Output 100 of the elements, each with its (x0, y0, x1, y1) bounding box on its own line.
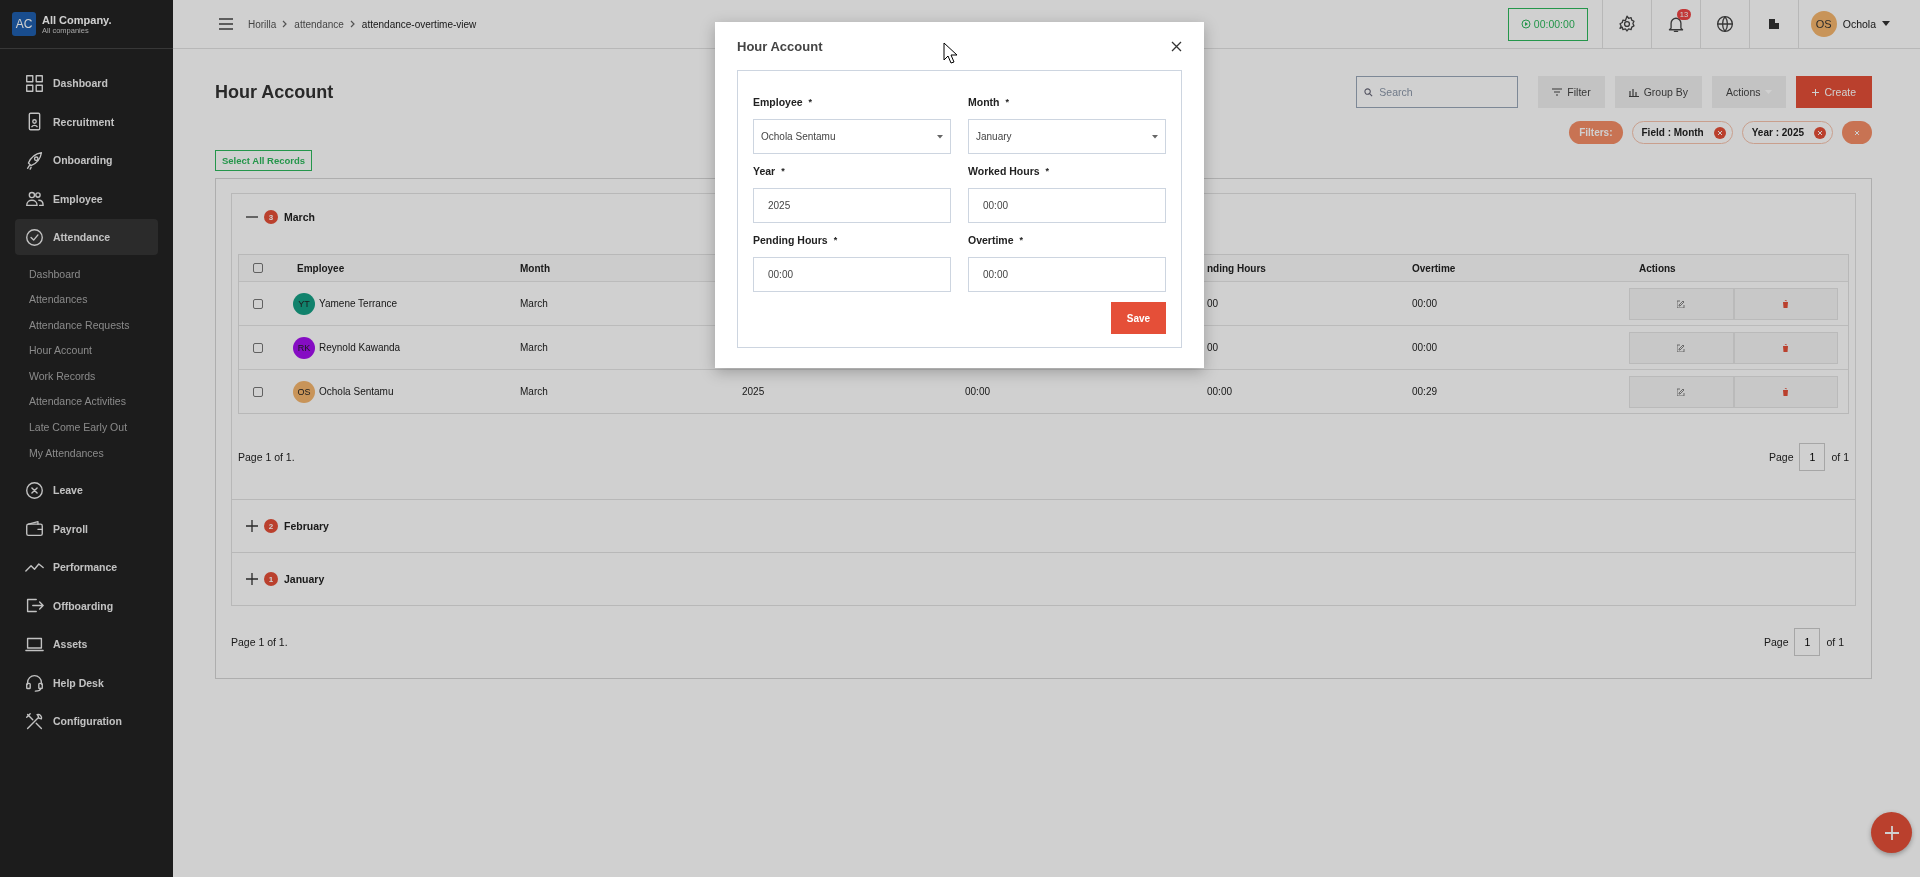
building-icon[interactable] (1767, 18, 1780, 30)
column-header: Employee (297, 262, 345, 274)
company-name: All Company. (42, 13, 112, 26)
search-field[interactable]: Search (1356, 76, 1519, 108)
sidebar-item[interactable]: Employee (15, 180, 158, 217)
page-total: of 1 (1831, 450, 1849, 463)
field-label: Month (968, 96, 1000, 108)
add-button[interactable] (1871, 812, 1912, 853)
cancel-circle-icon (25, 480, 44, 500)
table-cell: March (520, 386, 548, 397)
submenu-item[interactable]: Hour Account (29, 338, 158, 364)
table-cell: 00:00 (965, 386, 991, 397)
settings-icon[interactable] (1617, 15, 1636, 33)
wallet-icon (25, 519, 44, 539)
menu-icon[interactable] (218, 17, 234, 31)
chevron-icon (282, 20, 289, 28)
modal-title: Hour Account (737, 38, 823, 54)
select-field[interactable]: Ochola Sentamu (753, 119, 951, 154)
remove-icon[interactable] (1814, 126, 1826, 139)
filter-chip: Year : 2025 (1741, 121, 1833, 144)
page-input[interactable]: 1 (1794, 628, 1821, 656)
page-title: Hour Account (215, 81, 334, 103)
sidebar-item[interactable]: Offboarding (15, 587, 158, 624)
submenu-item[interactable]: Work Records (29, 363, 158, 390)
table-cell: March (520, 298, 548, 309)
submenu-item[interactable]: My Attendances (29, 440, 158, 467)
table-cell: 00 (1207, 298, 1219, 309)
globe-icon[interactable] (1715, 15, 1734, 33)
trash-icon (1782, 343, 1790, 352)
trash-icon (1782, 387, 1790, 396)
required-mark: * (1045, 166, 1050, 176)
group-header[interactable]: 3 March (246, 210, 315, 224)
employee-avatar: YT (293, 292, 315, 315)
breadcrumb-link[interactable]: attendance (294, 18, 344, 30)
required-mark: * (808, 97, 813, 107)
checkbox[interactable] (253, 386, 263, 397)
input-field[interactable]: 00:00 (968, 257, 1166, 292)
sidebar-item[interactable]: Dashboard (15, 65, 158, 101)
submenu-item[interactable]: Dashboard (29, 261, 158, 288)
caret-icon (1882, 21, 1890, 27)
submenu-item[interactable]: Attendances (29, 287, 158, 313)
group-header[interactable]: 2 February (246, 519, 329, 533)
sidebar-item[interactable]: Configuration (15, 703, 158, 740)
tools-icon (25, 711, 44, 731)
trash-icon (1782, 299, 1790, 308)
submenu-item[interactable]: Attendance Requests (29, 312, 158, 339)
required-mark: * (1005, 97, 1009, 107)
table-cell: 2025 (742, 386, 765, 397)
page-input[interactable]: 1 (1799, 442, 1826, 471)
input-field[interactable]: 00:00 (968, 188, 1166, 223)
filter-button[interactable]: Filter (1538, 76, 1605, 108)
submenu-item[interactable]: Attendance Activities (29, 389, 158, 416)
group-by-button[interactable]: Group By (1614, 76, 1703, 108)
save-button[interactable]: Save (1111, 302, 1166, 334)
checkbox[interactable] (253, 298, 263, 309)
clear-filters-button[interactable] (1842, 121, 1872, 144)
sidebar-item[interactable]: Leave (15, 472, 158, 509)
input-field[interactable]: 00:00 (753, 257, 951, 292)
column-header: Month (520, 262, 550, 274)
employee-name: Ochola Sentamu (319, 386, 394, 397)
required-mark: * (781, 166, 785, 176)
table-cell: 00:00 (1412, 342, 1438, 353)
sidebar-item[interactable]: Recruitment (15, 103, 158, 140)
field-label: Employee (753, 96, 803, 108)
create-button[interactable]: Create (1796, 76, 1872, 108)
field-label: Year (753, 165, 776, 177)
caret-icon (937, 134, 943, 139)
plus-icon (1812, 88, 1820, 96)
breadcrumb-link[interactable]: Horilla (248, 18, 277, 30)
sidebar-item[interactable]: Assets (15, 626, 158, 663)
field-label: Worked Hours (968, 165, 1040, 177)
user-menu[interactable]: OS Ochola (1797, 0, 1920, 48)
edit-icon (1677, 387, 1686, 396)
sidebar-item[interactable]: Payroll (15, 510, 158, 547)
select-field[interactable]: January (968, 119, 1166, 154)
actions-button[interactable]: Actions (1712, 76, 1787, 108)
sidebar-item[interactable]: Performance (15, 549, 158, 586)
checkbox[interactable] (253, 263, 263, 273)
group-header[interactable]: 1 January (246, 572, 325, 586)
play-circle-icon (1520, 19, 1531, 29)
close-button[interactable] (1171, 40, 1182, 52)
plus-icon (246, 520, 258, 532)
close-icon (1854, 129, 1860, 136)
breadcrumb-link[interactable]: attendance-overtime-view (361, 18, 477, 30)
remove-icon[interactable] (1713, 126, 1726, 139)
check-circle-icon (25, 227, 44, 247)
page-total: of 1 (1826, 636, 1844, 648)
plus-icon (1884, 825, 1899, 840)
employee-avatar: RK (293, 336, 315, 359)
sidebar-item[interactable]: Help Desk (15, 664, 158, 701)
close-icon (1171, 40, 1182, 52)
count-badge: 2 (264, 519, 278, 533)
input-field[interactable]: 2025 (753, 188, 951, 223)
checkbox[interactable] (253, 342, 263, 353)
table-cell: 00:00 (1412, 298, 1438, 309)
employee-name: Yamene Terrance (319, 298, 397, 309)
sidebar-item[interactable]: Onboarding (15, 142, 158, 178)
sidebar-item[interactable]: Attendance (15, 219, 158, 255)
submenu-item[interactable]: Late Come Early Out (29, 415, 158, 441)
bell-icon[interactable] (1666, 15, 1685, 33)
